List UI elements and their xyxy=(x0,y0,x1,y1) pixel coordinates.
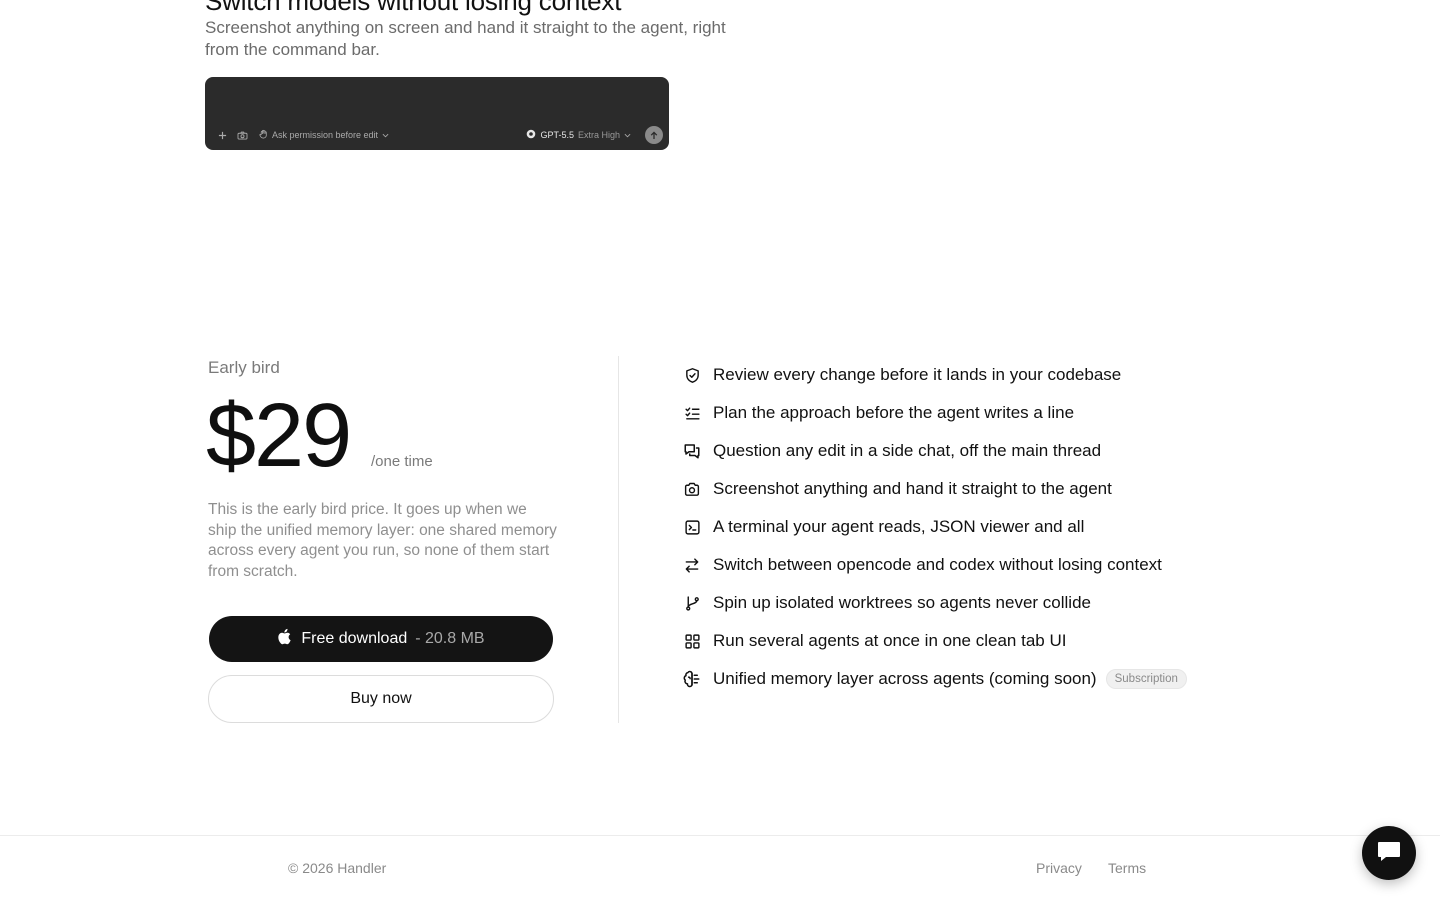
brain-icon xyxy=(682,669,702,689)
feature-text: Review every change before it lands in y… xyxy=(713,365,1122,384)
plus-icon xyxy=(215,128,229,142)
pricing-description: This is the early bird price. It goes up… xyxy=(208,501,557,580)
terms-link[interactable]: Terms xyxy=(1108,860,1146,876)
swap-arrows-icon xyxy=(682,555,702,575)
feature-item: Spin up isolated worktrees so agents nev… xyxy=(682,584,1187,622)
page-subtitle: Screenshot anything on screen and hand i… xyxy=(205,18,726,59)
model-name: GPT-5.5 xyxy=(540,130,574,140)
chevron-down-icon xyxy=(624,130,631,140)
camera-icon xyxy=(682,479,702,499)
pricing-tier-label: Early bird xyxy=(208,358,280,377)
feature-list: Review every change before it lands in y… xyxy=(682,356,1187,698)
page-title: Switch models without losing context xyxy=(205,0,622,16)
feature-item: Question any edit in a side chat, off th… xyxy=(682,432,1187,470)
free-download-button[interactable]: Free download - 20.8 MB xyxy=(209,616,553,662)
permission-label: Ask permission before edit xyxy=(272,130,379,140)
feature-text: Spin up isolated worktrees so agents nev… xyxy=(713,593,1091,612)
shield-check-icon xyxy=(682,365,702,385)
download-size: - 20.8 MB xyxy=(415,630,485,647)
feature-text: Plan the approach before the agent write… xyxy=(713,403,1075,422)
chat-widget-button[interactable] xyxy=(1362,826,1416,880)
feature-item: Run several agents at once in one clean … xyxy=(682,622,1187,660)
command-bar-preview: Ask permission before edit GPT-5.5 Extra… xyxy=(205,77,669,150)
permission-selector: Ask permission before edit xyxy=(259,129,389,141)
privacy-link[interactable]: Privacy xyxy=(1036,860,1082,876)
arrow-up-icon xyxy=(645,126,663,144)
model-selector: GPT-5.5 Extra High xyxy=(526,129,631,141)
chevron-down-icon xyxy=(382,130,389,140)
buy-now-button[interactable]: Buy now xyxy=(208,675,554,723)
feature-text: Switch between opencode and codex withou… xyxy=(713,555,1162,574)
checklist-icon xyxy=(682,403,702,423)
chat-bubbles-icon xyxy=(682,441,702,461)
feature-item: Screenshot anything and hand it straight… xyxy=(682,470,1187,508)
chat-icon xyxy=(1376,839,1402,868)
model-level: Extra High xyxy=(577,130,620,140)
hand-icon xyxy=(259,129,268,141)
subscription-badge: Subscription xyxy=(1105,669,1187,689)
git-branch-icon xyxy=(682,593,702,613)
feature-text: A terminal your agent reads, JSON viewer… xyxy=(713,517,1085,536)
command-bar-toolbar: Ask permission before edit GPT-5.5 Extra… xyxy=(215,126,663,144)
terminal-icon xyxy=(682,517,702,537)
grid-icon xyxy=(682,631,702,651)
feature-item: Plan the approach before the agent write… xyxy=(682,394,1187,432)
apple-icon xyxy=(277,628,291,650)
camera-icon xyxy=(235,128,249,142)
download-label: Free download xyxy=(301,630,408,647)
feature-item: A terminal your agent reads, JSON viewer… xyxy=(682,508,1187,546)
footer: © 2026 Handler Privacy Terms xyxy=(0,835,1440,900)
feature-text: Screenshot anything and hand it straight… xyxy=(713,479,1112,498)
feature-text: Unified memory layer across agents (comi… xyxy=(713,669,1097,688)
feature-text: Question any edit in a side chat, off th… xyxy=(713,441,1102,460)
copyright: © 2026 Handler xyxy=(288,860,387,876)
price: $29 xyxy=(206,386,352,486)
feature-item: Review every change before it lands in y… xyxy=(682,356,1187,394)
feature-item: Switch between opencode and codex withou… xyxy=(682,546,1187,584)
model-icon xyxy=(526,129,536,141)
pricing-divider xyxy=(618,356,619,723)
price-period: /one time xyxy=(371,453,433,470)
feature-item: Unified memory layer across agents (comi… xyxy=(682,660,1187,698)
feature-text: Run several agents at once in one clean … xyxy=(713,631,1067,650)
